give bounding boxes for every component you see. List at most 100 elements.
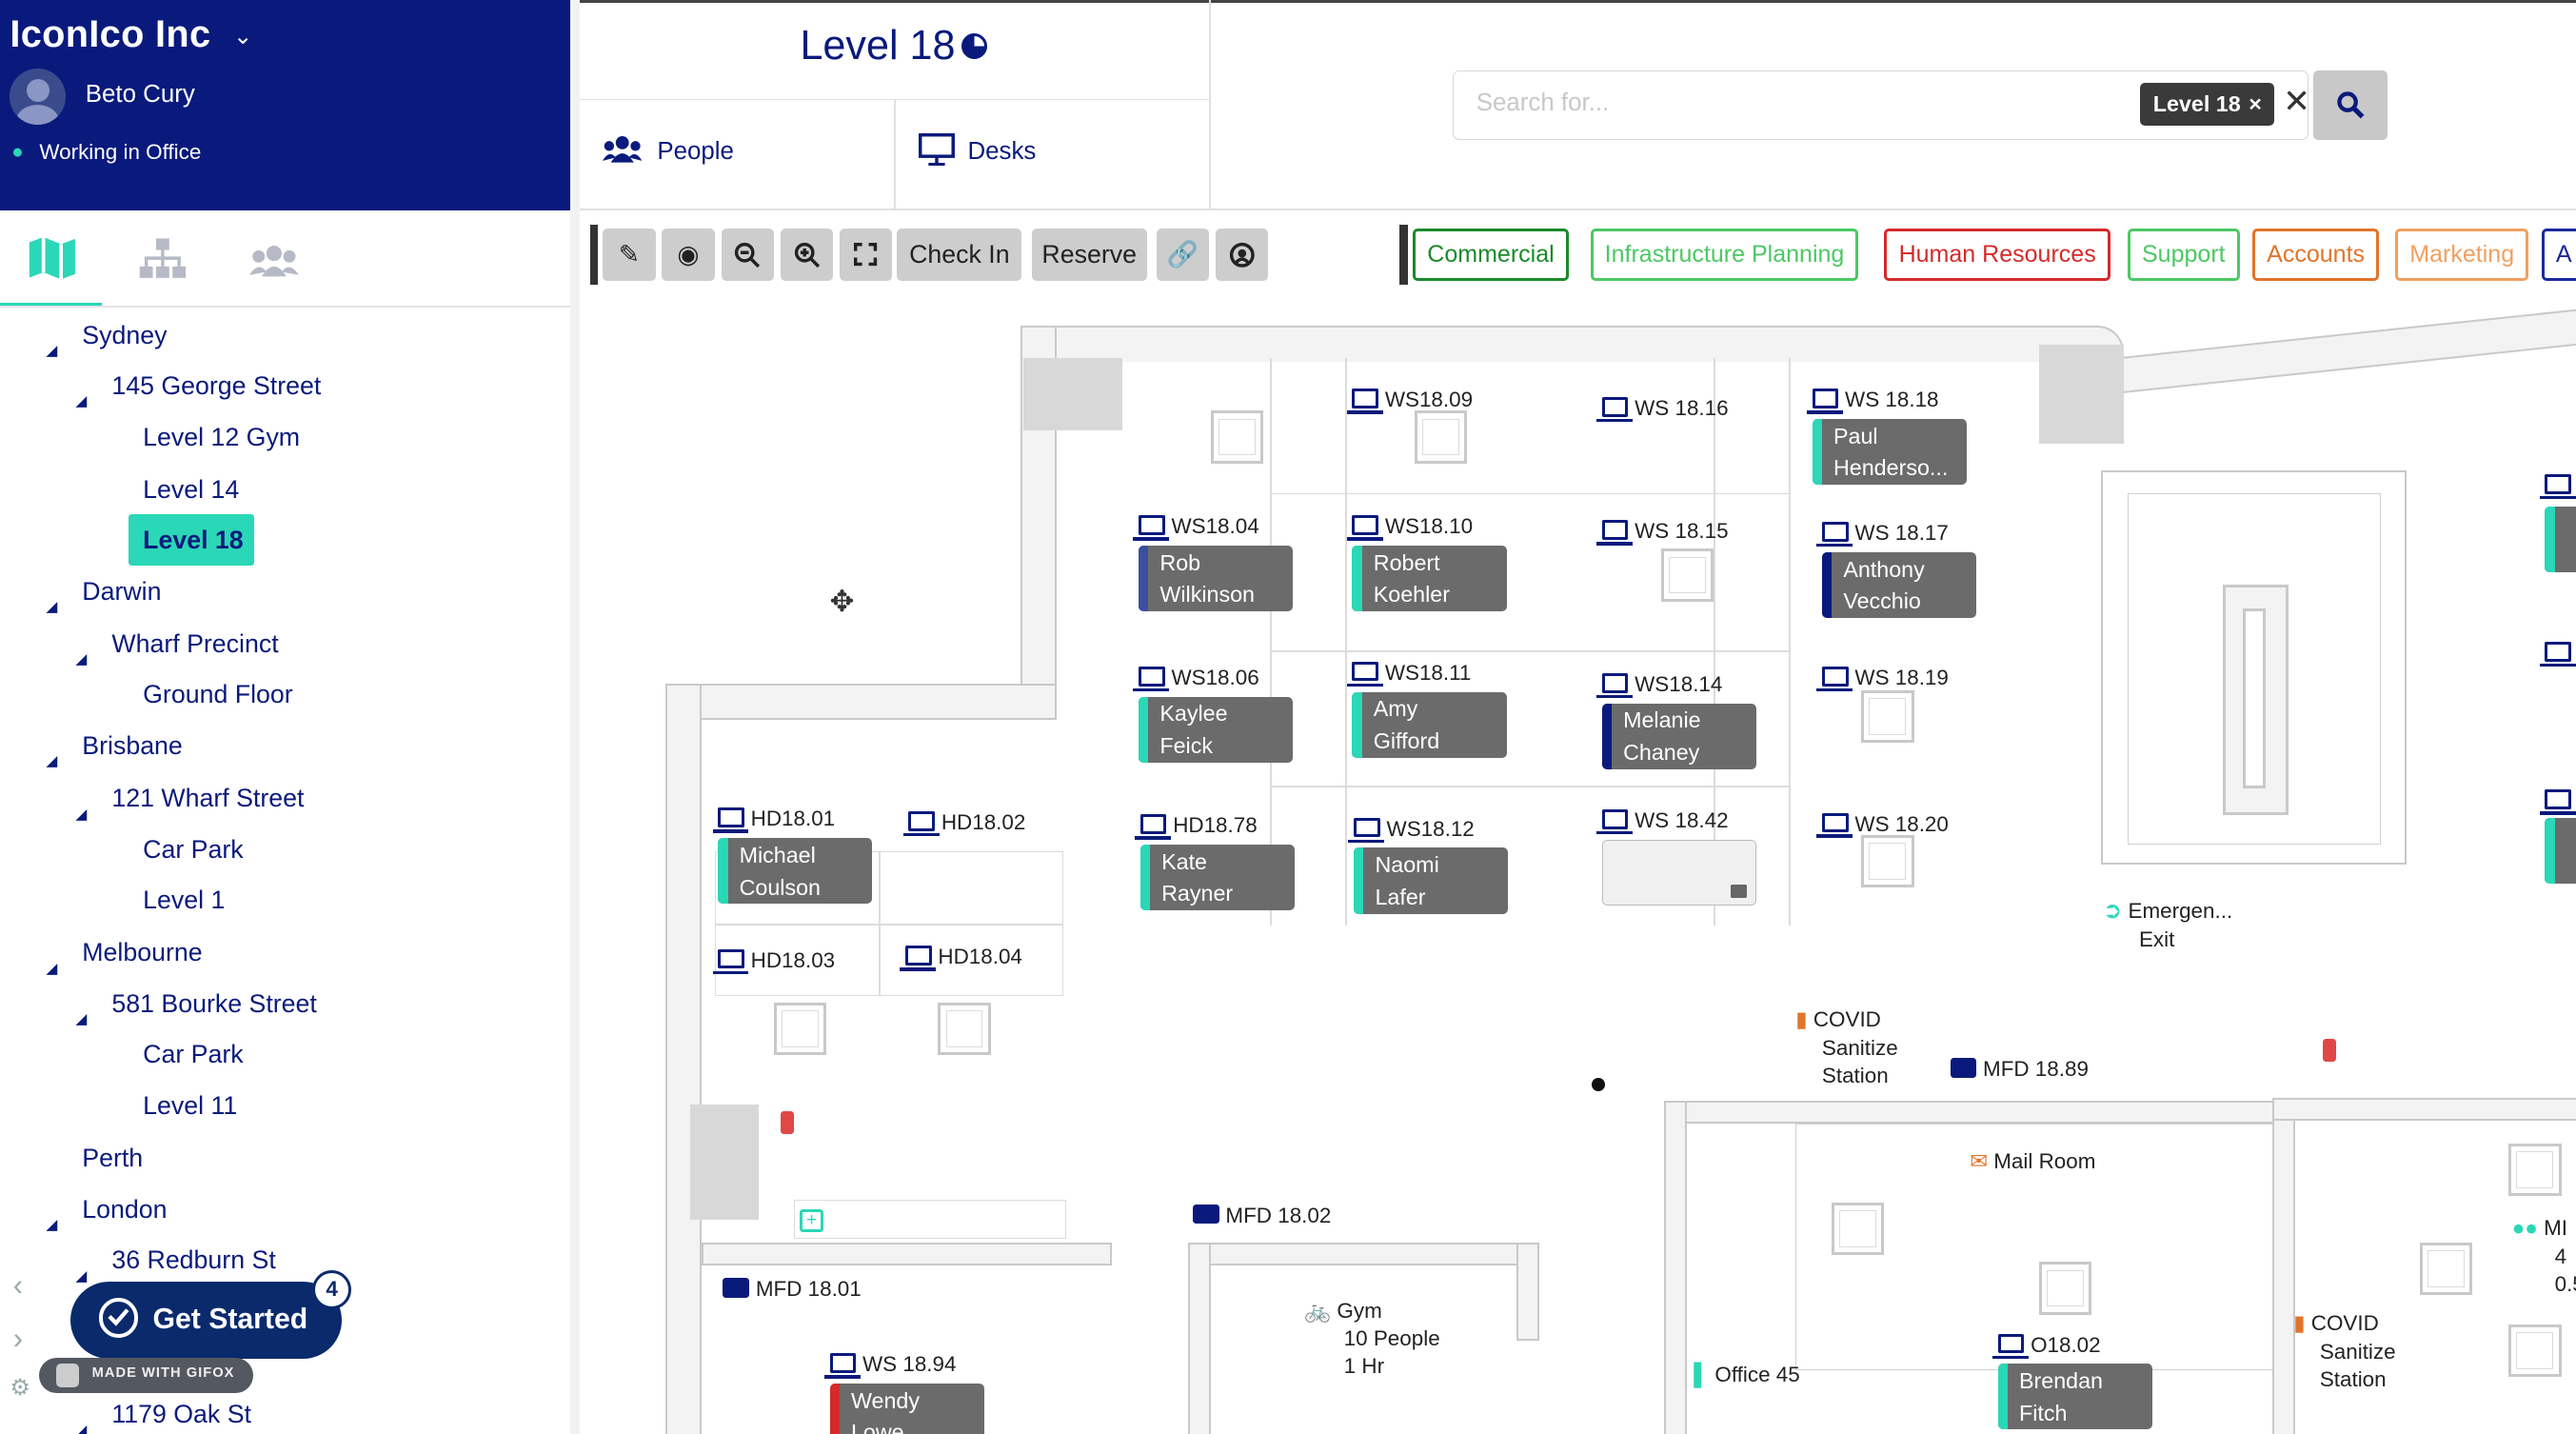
- desk-label[interactable]: WS18.11: [1346, 661, 1471, 687]
- chevron-down-icon[interactable]: ⌄: [233, 23, 252, 50]
- pie-chart-icon[interactable]: [961, 32, 988, 60]
- tree-item[interactable]: 1179 Oak St: [111, 1400, 251, 1429]
- desk-booking-card[interactable]: Brendan Fitch: [1997, 1364, 2152, 1430]
- desk-booking-card[interactable]: Michael Coulson: [718, 838, 873, 905]
- search-input[interactable]: Search for... Level 18 × ✕: [1452, 70, 2310, 140]
- edit-button[interactable]: ✎: [603, 228, 656, 282]
- desk-label[interactable]: WS 18.94: [823, 1352, 956, 1379]
- expand-triangle-icon[interactable]: ◢: [46, 598, 57, 616]
- expand-triangle-icon[interactable]: ◢: [75, 392, 87, 410]
- tree-item[interactable]: Car Park: [143, 835, 243, 865]
- desk-label[interactable]: WS18.12: [1348, 817, 1475, 844]
- desk-label[interactable]: WS18.14: [1596, 672, 1722, 699]
- get-started-button[interactable]: Get Started: [70, 1282, 342, 1360]
- desk-label[interactable]: HD18.03: [712, 948, 835, 975]
- tree-item[interactable]: Ground Floor: [143, 680, 293, 709]
- org-name[interactable]: IconIco Inc: [10, 13, 210, 56]
- printer-mfd-18-01[interactable]: MFD 18.01: [723, 1275, 862, 1303]
- status-text[interactable]: Working in Office: [39, 140, 201, 165]
- department-filter-chip[interactable]: Human Resources: [1884, 228, 2110, 282]
- expand-triangle-icon[interactable]: ◢: [46, 1216, 57, 1234]
- tree-item[interactable]: Level 14: [143, 475, 239, 505]
- tab-desks[interactable]: Desks: [896, 100, 1210, 209]
- desk-booking-card[interactable]: Amy Gifford: [1352, 691, 1507, 758]
- desk-label[interactable]: WS 18.42: [1596, 808, 1729, 835]
- department-filter-chip[interactable]: Marketing: [2395, 228, 2529, 282]
- desk-booking-card[interactable]: Melanie Chaney: [1601, 703, 1756, 769]
- expand-triangle-icon[interactable]: ◢: [46, 960, 57, 978]
- desk-booking-card[interactable]: Wendy Lowe: [829, 1384, 984, 1434]
- tree-item[interactable]: 121 Wharf Street: [111, 784, 304, 813]
- tree-item[interactable]: Sydney: [82, 321, 167, 350]
- fullscreen-button[interactable]: [839, 228, 893, 282]
- desk-booking-card[interactable]: Robert Koehler: [1352, 545, 1507, 611]
- desk-booking-card[interactable]: Kaylee Feick: [1138, 696, 1294, 763]
- close-icon[interactable]: ×: [2249, 91, 2262, 116]
- tree-item[interactable]: 145 George Street: [111, 371, 321, 401]
- desk-label[interactable]: WS 18.20: [1816, 812, 1949, 838]
- office-45[interactable]: ▌ Office 45: [1694, 1361, 1799, 1388]
- tree-item[interactable]: 36 Redburn St: [111, 1245, 275, 1275]
- search-button[interactable]: [2312, 70, 2388, 140]
- desk-booking-card[interactable]: Naomi Lafer: [1354, 847, 1509, 914]
- locked-desk-card[interactable]: [1601, 839, 1756, 906]
- desk-booking-card[interactable]: [2545, 818, 2576, 885]
- gear-icon[interactable]: ⚙: [10, 1374, 30, 1402]
- tree-item[interactable]: London: [82, 1195, 167, 1225]
- desk-label[interactable]: HD18.78: [1135, 813, 1258, 840]
- locate-button[interactable]: ◉: [662, 228, 715, 282]
- department-filter-chip[interactable]: Infrastructure Planning: [1590, 228, 1859, 282]
- expand-triangle-icon[interactable]: ◢: [75, 1010, 87, 1028]
- emergency-exit[interactable]: ➲ Emergen... Exit: [2103, 897, 2232, 953]
- map-icon[interactable]: [28, 235, 77, 281]
- desk-label[interactable]: WS18.10: [1346, 514, 1473, 541]
- zoom-out-button[interactable]: [721, 228, 774, 282]
- desk-label[interactable]: WS18.09: [1346, 388, 1473, 414]
- meeting-room[interactable]: ●● MI 4 0.5: [2512, 1214, 2576, 1298]
- desk-label[interactable]: WS 18.15: [1596, 519, 1729, 546]
- desk-booking-card[interactable]: Paul Henderso...: [1812, 419, 1967, 486]
- tree-item[interactable]: 581 Bourke Street: [111, 989, 317, 1019]
- desk-booking-card[interactable]: Anthony Vecchio: [1821, 551, 1977, 618]
- desk-booking-card[interactable]: Rob Wilkinson: [1138, 545, 1294, 611]
- tree-item[interactable]: Level 11: [143, 1091, 237, 1121]
- team-icon[interactable]: [249, 238, 300, 284]
- clear-icon[interactable]: ✕: [2283, 83, 2310, 121]
- covid-sanitize-station[interactable]: ▮ COVID Sanitize Station: [1795, 1006, 1897, 1089]
- tree-item[interactable]: Level 18: [143, 526, 244, 555]
- tree-item[interactable]: Brisbane: [82, 731, 183, 761]
- department-filter-chip[interactable]: Support: [2127, 228, 2240, 282]
- tree-item[interactable]: Level 1: [143, 886, 225, 915]
- search-filter-tag[interactable]: Level 18 ×: [2139, 83, 2275, 127]
- gym-room[interactable]: 🚲 Gym 10 People 1 Hr: [1304, 1297, 1439, 1381]
- link-button[interactable]: 🔗: [1156, 228, 1210, 282]
- expand-triangle-icon[interactable]: ◢: [46, 342, 57, 360]
- desk-label[interactable]: HD18.01: [712, 807, 835, 833]
- expand-triangle-icon[interactable]: ◢: [75, 650, 87, 668]
- chevron-left-icon[interactable]: ‹: [13, 1268, 23, 1303]
- tree-item[interactable]: Darwin: [82, 577, 161, 607]
- desk-booking-card[interactable]: [2545, 506, 2576, 572]
- org-chart-icon[interactable]: [138, 235, 188, 281]
- department-filter-chip[interactable]: Accounts: [2252, 228, 2380, 282]
- user-button[interactable]: [1216, 228, 1269, 282]
- floor-map[interactable]: WS18.09 WS 18.16 WS 18.18 Paul Henderso... WS…: [580, 309, 2576, 1434]
- covid-sanitize-station[interactable]: ▮ COVID Sanitize Station: [2293, 1309, 2395, 1393]
- desk-label[interactable]: WS 18.18: [1806, 388, 1939, 414]
- tab-people[interactable]: People: [580, 100, 894, 209]
- tree-item[interactable]: Level 12 Gym: [143, 423, 300, 452]
- desk-label[interactable]: WS 18.19: [1816, 666, 1949, 692]
- printer-mfd-18-89[interactable]: MFD 18.89: [1950, 1055, 2089, 1083]
- expand-triangle-icon[interactable]: ◢: [75, 1267, 87, 1285]
- tree-item[interactable]: Perth: [82, 1144, 143, 1173]
- desk-label[interactable]: HD18.04: [900, 945, 1022, 971]
- expand-triangle-icon[interactable]: ◢: [46, 752, 57, 770]
- printer-mfd-18-02[interactable]: MFD 18.02: [1192, 1202, 1331, 1229]
- desk-label[interactable]: WS18.04: [1133, 514, 1259, 541]
- desk-label[interactable]: WS18.06: [1133, 666, 1259, 692]
- desk-label[interactable]: WS 18.16: [1596, 396, 1729, 423]
- expand-triangle-icon[interactable]: ◢: [75, 1422, 87, 1434]
- reserve-button[interactable]: Reserve: [1031, 228, 1147, 282]
- desk-label[interactable]: O18.02: [1991, 1333, 2101, 1359]
- tree-item[interactable]: Melbourne: [82, 938, 202, 967]
